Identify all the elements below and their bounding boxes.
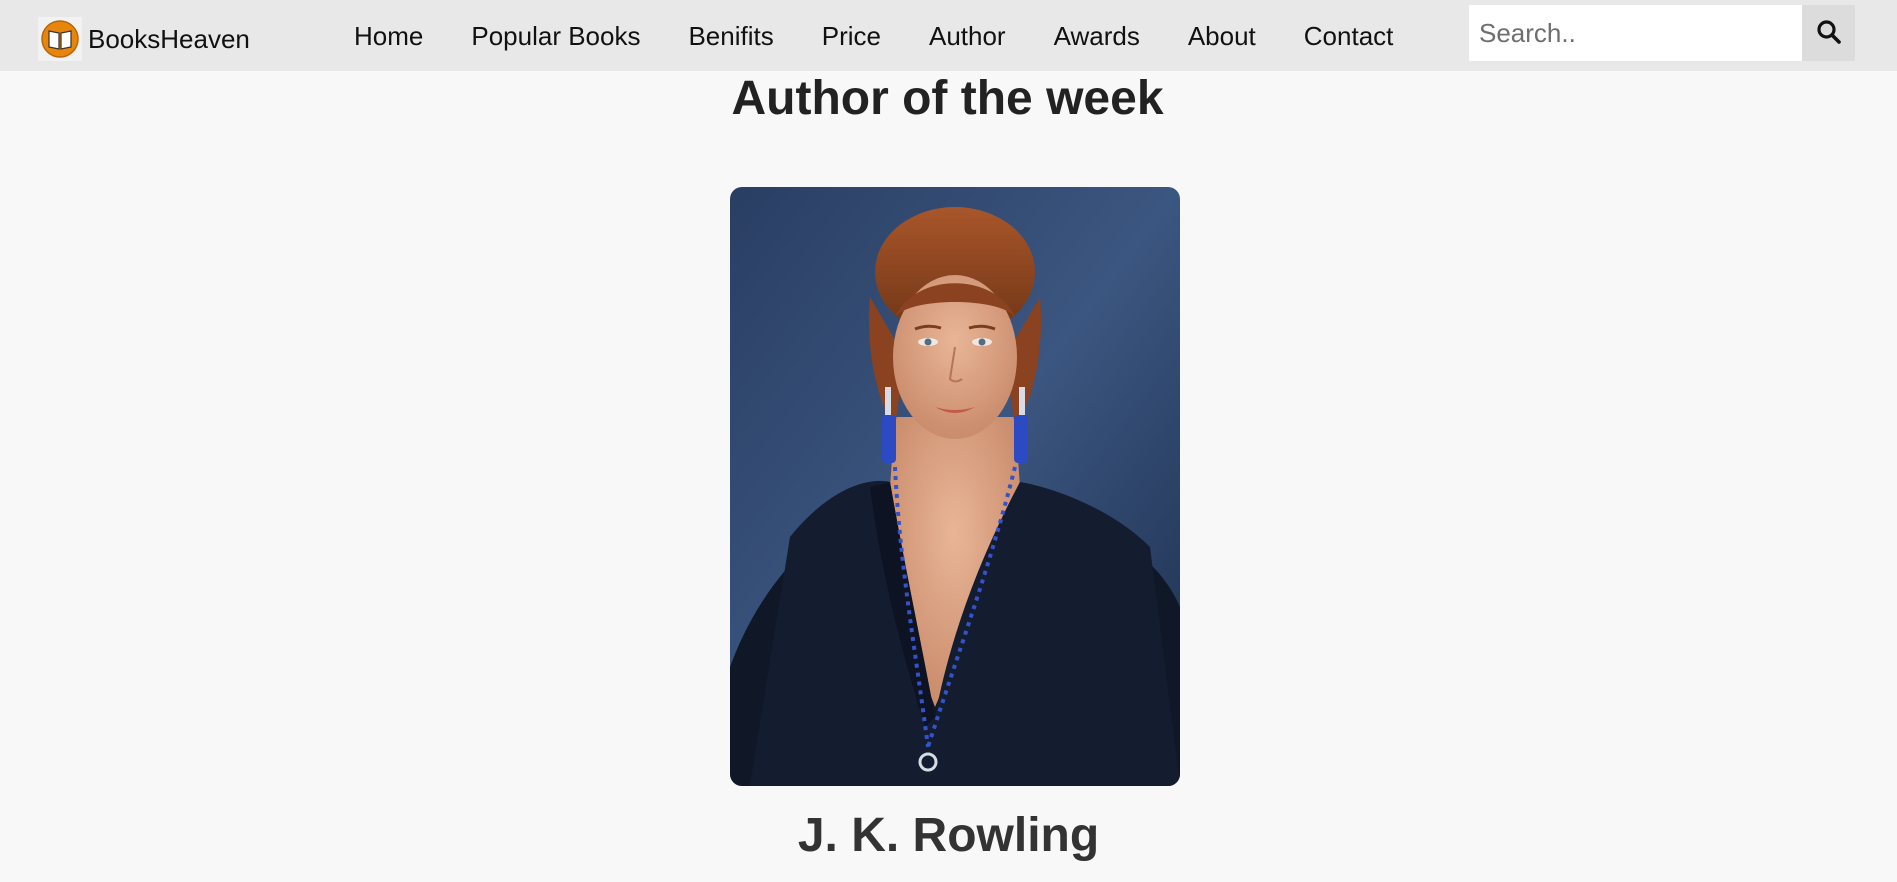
search-input[interactable] xyxy=(1469,5,1802,61)
open-book-icon xyxy=(38,17,82,61)
search-button[interactable] xyxy=(1802,5,1855,61)
top-navbar: BooksHeaven Home Popular Books Benifits … xyxy=(0,0,1897,71)
nav-link-awards[interactable]: Awards xyxy=(1030,21,1164,52)
search-form xyxy=(1469,5,1855,61)
nav-link-benifits[interactable]: Benifits xyxy=(664,21,797,52)
brand-name: BooksHeaven xyxy=(88,23,250,54)
nav-link-contact[interactable]: Contact xyxy=(1280,21,1418,52)
search-icon xyxy=(1816,19,1842,48)
author-name: J. K. Rowling xyxy=(797,809,1100,862)
nav-link-popular-books[interactable]: Popular Books xyxy=(447,21,664,52)
nav-links: Home Popular Books Benifits Price Author… xyxy=(330,14,1417,58)
nav-link-about[interactable]: About xyxy=(1164,21,1280,52)
nav-link-home[interactable]: Home xyxy=(330,21,447,52)
brand-link[interactable]: BooksHeaven xyxy=(38,17,250,61)
nav-link-price[interactable]: Price xyxy=(798,21,905,52)
nav-link-author[interactable]: Author xyxy=(905,21,1030,52)
author-photo xyxy=(730,187,1180,786)
section-title: Author of the week xyxy=(731,72,1164,125)
